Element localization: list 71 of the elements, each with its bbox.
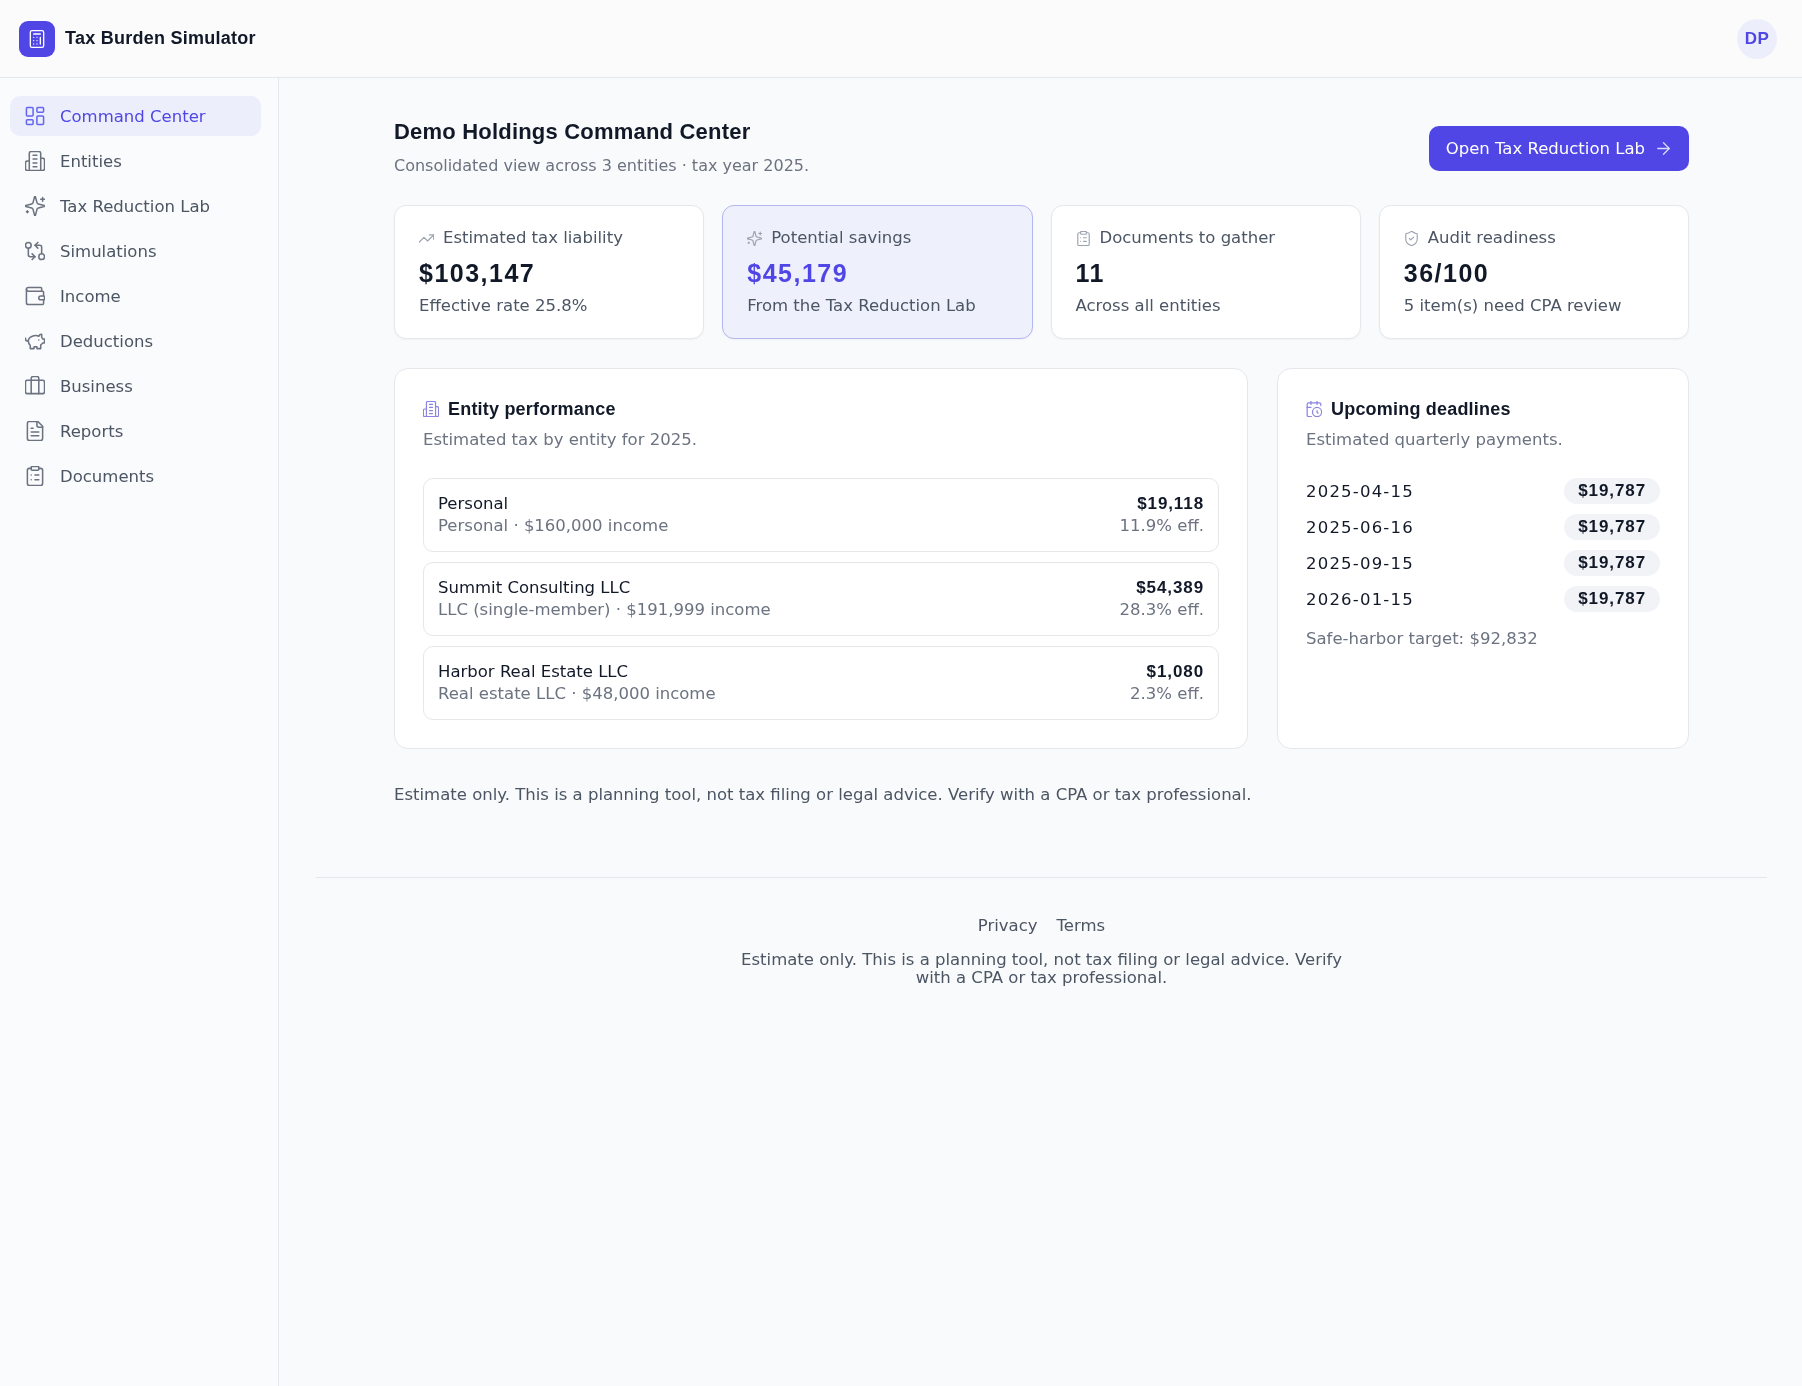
footer-link[interactable]: Privacy bbox=[977, 915, 1038, 937]
entity-detail: LLC (single-member) · $191,999 income bbox=[438, 599, 771, 620]
payment-amount: $19,787 bbox=[1564, 586, 1660, 612]
entity-detail: Real estate LLC · $48,000 income bbox=[438, 683, 716, 704]
card-note: Effective rate 25.8% bbox=[419, 295, 589, 317]
clipboard-icon bbox=[1075, 230, 1091, 246]
app-title: Tax Burden Simulator bbox=[65, 28, 256, 49]
payment-date: 2026-01-15 bbox=[1306, 589, 1414, 609]
nav-item[interactable]: Simulations bbox=[10, 231, 261, 271]
grid-icon bbox=[25, 106, 45, 126]
nav-item[interactable]: Entities bbox=[10, 141, 261, 181]
safe-harbor-note: Safe-harbor target: $92,832 bbox=[1306, 628, 1539, 650]
nav-item[interactable]: Deductions bbox=[10, 321, 261, 361]
entity-rate: 28.3% eff. bbox=[1119, 599, 1204, 620]
panel-subtitle: Estimated quarterly payments. bbox=[1306, 429, 1564, 451]
entity-rate: 2.3% eff. bbox=[1130, 683, 1204, 704]
card-label: Audit readiness bbox=[1427, 227, 1556, 249]
card-label: Documents to gather bbox=[1099, 227, 1276, 249]
card-value: $103,147 bbox=[419, 258, 537, 288]
card-note: Across all entities bbox=[1075, 295, 1222, 317]
shield-check-icon bbox=[1403, 230, 1419, 246]
building-icon bbox=[25, 151, 45, 171]
card-value: 11 bbox=[1075, 258, 1106, 288]
open-lab-button[interactable]: Open Tax Reduction Lab bbox=[1428, 125, 1689, 171]
card-note: 5 item(s) need CPA review bbox=[1403, 295, 1623, 317]
sparkle-icon bbox=[25, 196, 45, 216]
calendar-clock-icon bbox=[1306, 401, 1322, 417]
panel-title: Entity performance bbox=[448, 398, 616, 421]
briefcase-icon bbox=[25, 376, 45, 396]
entity-name: Harbor Real Estate LLC bbox=[438, 661, 630, 682]
compare-arrows-icon bbox=[25, 241, 45, 261]
entity-name: Personal bbox=[438, 493, 510, 514]
entity-tax: $19,118 bbox=[1137, 493, 1204, 514]
arrow-right-icon bbox=[1657, 141, 1670, 155]
panel-subtitle: Estimated tax by entity for 2025. bbox=[423, 429, 698, 451]
entity-tax: $1,080 bbox=[1146, 661, 1204, 682]
clipboard-icon bbox=[25, 466, 45, 486]
payment-amount: $19,787 bbox=[1564, 478, 1660, 504]
building-icon bbox=[423, 401, 439, 417]
entity-name: Summit Consulting LLC bbox=[438, 577, 632, 598]
card-value: 36/100 bbox=[1403, 258, 1491, 288]
footer-disclaimer: Estimate only. This is a planning tool, not tax filing or legal advice. Verify with a CPA or tax professional. bbox=[740, 951, 1343, 987]
disclaimer-text: Estimate only. This is a planning tool, not tax filing or legal advice. Verify with a CPA or tax professional. bbox=[394, 784, 1253, 806]
nav-item[interactable]: Business bbox=[10, 366, 261, 406]
payment-date: 2025-06-16 bbox=[1306, 517, 1414, 537]
piggy-bank-icon bbox=[25, 331, 45, 351]
nav-item[interactable]: Reports bbox=[10, 411, 261, 451]
payment-date: 2025-09-15 bbox=[1306, 553, 1414, 573]
payment-amount: $19,787 bbox=[1564, 514, 1660, 540]
page-subtitle: Consolidated view across 3 entities · tax year 2025. bbox=[394, 155, 810, 177]
card-value: $45,179 bbox=[747, 258, 850, 288]
user-avatar[interactable]: DP bbox=[1737, 18, 1777, 59]
sparkle-icon bbox=[747, 230, 763, 246]
panel-title: Upcoming deadlines bbox=[1331, 398, 1511, 421]
payment-amount: $19,787 bbox=[1564, 550, 1660, 576]
document-icon bbox=[25, 421, 45, 441]
nav-item[interactable]: Documents bbox=[10, 456, 261, 496]
card-note: From the Tax Reduction Lab bbox=[747, 295, 977, 317]
calculator-icon bbox=[19, 20, 55, 57]
payment-date: 2025-04-15 bbox=[1306, 481, 1414, 501]
nav-item[interactable]: Tax Reduction Lab bbox=[10, 186, 261, 226]
page-title: Demo Holdings Command Center bbox=[394, 118, 752, 146]
footer-link[interactable]: Terms bbox=[1056, 915, 1106, 937]
nav-item[interactable]: Income bbox=[10, 276, 261, 316]
wallet-icon bbox=[25, 286, 45, 306]
card-label: Estimated tax liability bbox=[443, 227, 623, 249]
entity-rate: 11.9% eff. bbox=[1119, 515, 1204, 536]
nav-item[interactable]: Command Center bbox=[10, 96, 261, 136]
card-label: Potential savings bbox=[771, 227, 912, 249]
entity-tax: $54,389 bbox=[1136, 577, 1204, 598]
entity-detail: Personal · $160,000 income bbox=[438, 515, 669, 536]
